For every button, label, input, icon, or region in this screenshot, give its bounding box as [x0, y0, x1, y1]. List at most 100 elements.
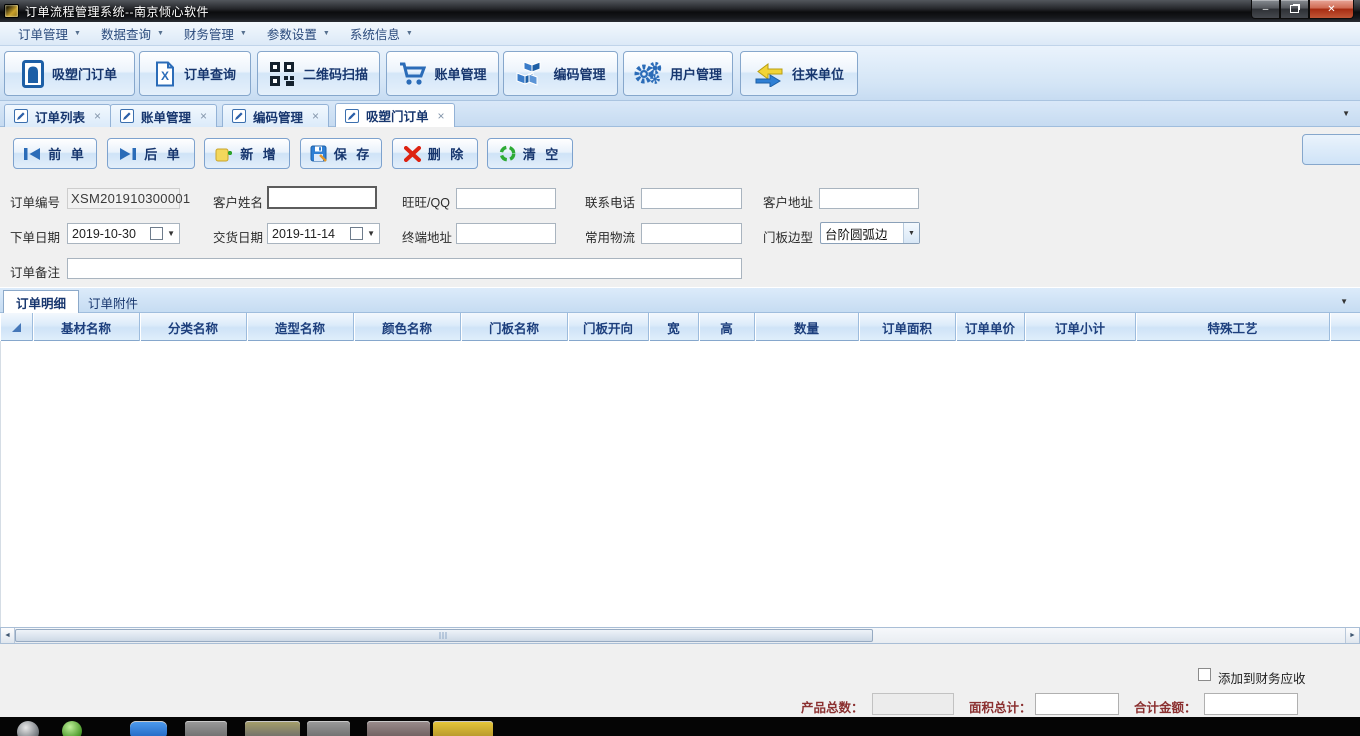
logistics-field[interactable]	[641, 223, 742, 244]
column-header-style[interactable]: 造型名称	[247, 313, 354, 341]
toolbar-vacuum-door-order-button[interactable]: 吸塑门订单	[4, 51, 135, 96]
next-order-button[interactable]: 后 单	[107, 138, 195, 169]
delete-button[interactable]: 删 除	[392, 138, 478, 169]
customer-address-field[interactable]	[819, 188, 919, 209]
menu-system-info[interactable]: 系统信息▼	[340, 22, 423, 46]
svg-text:X: X	[161, 69, 169, 83]
tab-close-icon[interactable]: ×	[200, 109, 207, 123]
close-button[interactable]: ✕	[1309, 0, 1354, 19]
minimize-icon: –	[1263, 4, 1269, 15]
add-to-receivable-checkbox[interactable]	[1198, 668, 1211, 681]
column-header-base-material[interactable]: 基材名称	[33, 313, 140, 341]
chevron-down-icon: ▼	[323, 30, 330, 37]
taskbar-app-tile-4[interactable]	[367, 721, 430, 736]
edge-type-select[interactable]: 台阶圆弧边 ▼	[820, 222, 920, 244]
start-orb-icon[interactable]	[17, 721, 39, 736]
delivery-date-picker[interactable]: 2019-11-14 ▼	[267, 223, 380, 244]
phone-field[interactable]	[641, 188, 742, 209]
grid-header: 基材名称 分类名称 造型名称 颜色名称 门板名称 门板开向 宽 高 数量 订单面…	[0, 313, 1360, 341]
taskbar-app-tile-5[interactable]	[433, 721, 493, 736]
scroll-right-button[interactable]: ►	[1345, 628, 1359, 643]
recycle-icon	[499, 145, 516, 162]
column-header-width[interactable]: 宽	[649, 313, 699, 341]
toolbar-code-management-button[interactable]: 编码管理	[503, 51, 618, 96]
menu-order-management[interactable]: 订单管理▼	[8, 22, 91, 46]
tab-order-list[interactable]: 订单列表 ×	[4, 104, 111, 127]
toolbar-bill-management-button[interactable]: 账单管理	[386, 51, 499, 96]
swap-arrows-icon	[754, 61, 784, 87]
save-button[interactable]: 保 存	[300, 138, 382, 169]
column-header-category[interactable]: 分类名称	[140, 313, 247, 341]
terminal-address-field[interactable]	[456, 223, 556, 244]
chevron-down-icon[interactable]: ▼	[167, 229, 175, 238]
tab-bill-management[interactable]: 账单管理 ×	[110, 104, 217, 127]
tab-vacuum-door-order[interactable]: 吸塑门订单 ×	[335, 103, 455, 127]
column-header-special-craft[interactable]: 特殊工艺	[1136, 313, 1330, 341]
column-header-door-name[interactable]: 门板名称	[461, 313, 568, 341]
toolbar-order-query-button[interactable]: X 订单查询	[139, 51, 251, 96]
tab-close-icon[interactable]: ×	[438, 109, 445, 123]
column-header-quantity[interactable]: 数量	[755, 313, 859, 341]
taskbar-green-app-icon[interactable]	[62, 721, 82, 736]
order-date-picker[interactable]: 2019-10-30 ▼	[67, 223, 180, 244]
taskbar-app-tile-3[interactable]	[307, 721, 350, 736]
amount-total-label: 合计金额：	[1134, 697, 1197, 716]
product-total-field[interactable]	[872, 693, 954, 715]
app-window: 订单流程管理系统--南京倾心软件 – ✕ 订单管理▼ 数据查询▼ 财务管理▼ 参…	[0, 0, 1360, 736]
tab-order-detail[interactable]: 订单明细	[3, 290, 79, 314]
column-header-unit-price[interactable]: 订单单价	[956, 313, 1025, 341]
column-header-order-area[interactable]: 订单面积	[859, 313, 956, 341]
detail-overflow-chevron-icon[interactable]: ▼	[1340, 297, 1348, 306]
column-header-color[interactable]: 颜色名称	[354, 313, 461, 341]
customer-address-label: 客户地址	[763, 192, 813, 211]
qr-code-icon	[269, 61, 295, 87]
menu-parameter-settings[interactable]: 参数设置▼	[257, 22, 340, 46]
wangwang-qq-field[interactable]	[456, 188, 556, 209]
area-total-field[interactable]	[1035, 693, 1119, 715]
calendar-icon	[150, 227, 163, 240]
chevron-down-icon[interactable]: ▼	[367, 229, 375, 238]
tab-close-icon[interactable]: ×	[312, 109, 319, 123]
add-new-button[interactable]: 新 增	[204, 138, 290, 169]
scroll-left-button[interactable]: ◄	[1, 628, 15, 643]
menu-finance-management[interactable]: 财务管理▼	[174, 22, 257, 46]
menu-data-query[interactable]: 数据查询▼	[91, 22, 174, 46]
amount-total-field[interactable]	[1204, 693, 1298, 715]
taskbar-app-tile-1[interactable]	[185, 721, 227, 736]
next-icon	[119, 147, 137, 161]
side-panel-button[interactable]	[1302, 134, 1360, 165]
column-header-subtotal[interactable]: 订单小计	[1025, 313, 1136, 341]
restore-button[interactable]	[1280, 0, 1309, 19]
taskbar-app-tile-2[interactable]	[245, 721, 300, 736]
edit-icon	[345, 109, 359, 123]
column-header-clipped[interactable]	[1330, 313, 1360, 341]
gears-icon	[634, 61, 662, 87]
grid-select-all-corner[interactable]	[0, 313, 33, 341]
tab-close-icon[interactable]: ×	[94, 109, 101, 123]
toolbar-qr-scan-button[interactable]: 二维码扫描	[257, 51, 380, 96]
order-date-label: 下单日期	[10, 227, 60, 246]
corner-triangle-icon	[12, 323, 21, 332]
taskbar-blue-app-icon[interactable]	[130, 721, 167, 736]
product-total-label: 产品总数：	[801, 697, 864, 716]
customer-name-field[interactable]	[267, 186, 377, 209]
previous-order-button[interactable]: 前 单	[13, 138, 97, 169]
edit-icon	[14, 109, 28, 123]
column-header-door-opening[interactable]: 门板开向	[568, 313, 649, 341]
delivery-date-label: 交货日期	[213, 227, 263, 246]
column-header-height[interactable]: 高	[699, 313, 755, 341]
minimize-button[interactable]: –	[1251, 0, 1280, 19]
scrollbar-thumb[interactable]	[15, 629, 873, 642]
tab-code-management[interactable]: 编码管理 ×	[222, 104, 329, 127]
clear-button[interactable]: 清 空	[487, 138, 573, 169]
grid-body[interactable]	[0, 341, 1360, 627]
remark-field[interactable]	[67, 258, 742, 279]
scrollbar-grip-icon	[440, 632, 449, 639]
tab-order-attachment[interactable]: 订单附件	[76, 290, 150, 314]
horizontal-scrollbar[interactable]: ◄ ►	[0, 627, 1360, 644]
order-no-field[interactable]: XSM201910300001	[67, 188, 180, 209]
tab-overflow-chevron-icon[interactable]: ▼	[1342, 109, 1350, 118]
toolbar-user-management-button[interactable]: 用户管理	[623, 51, 733, 96]
delete-x-icon	[404, 146, 421, 162]
toolbar-business-partners-button[interactable]: 往来单位	[740, 51, 858, 96]
